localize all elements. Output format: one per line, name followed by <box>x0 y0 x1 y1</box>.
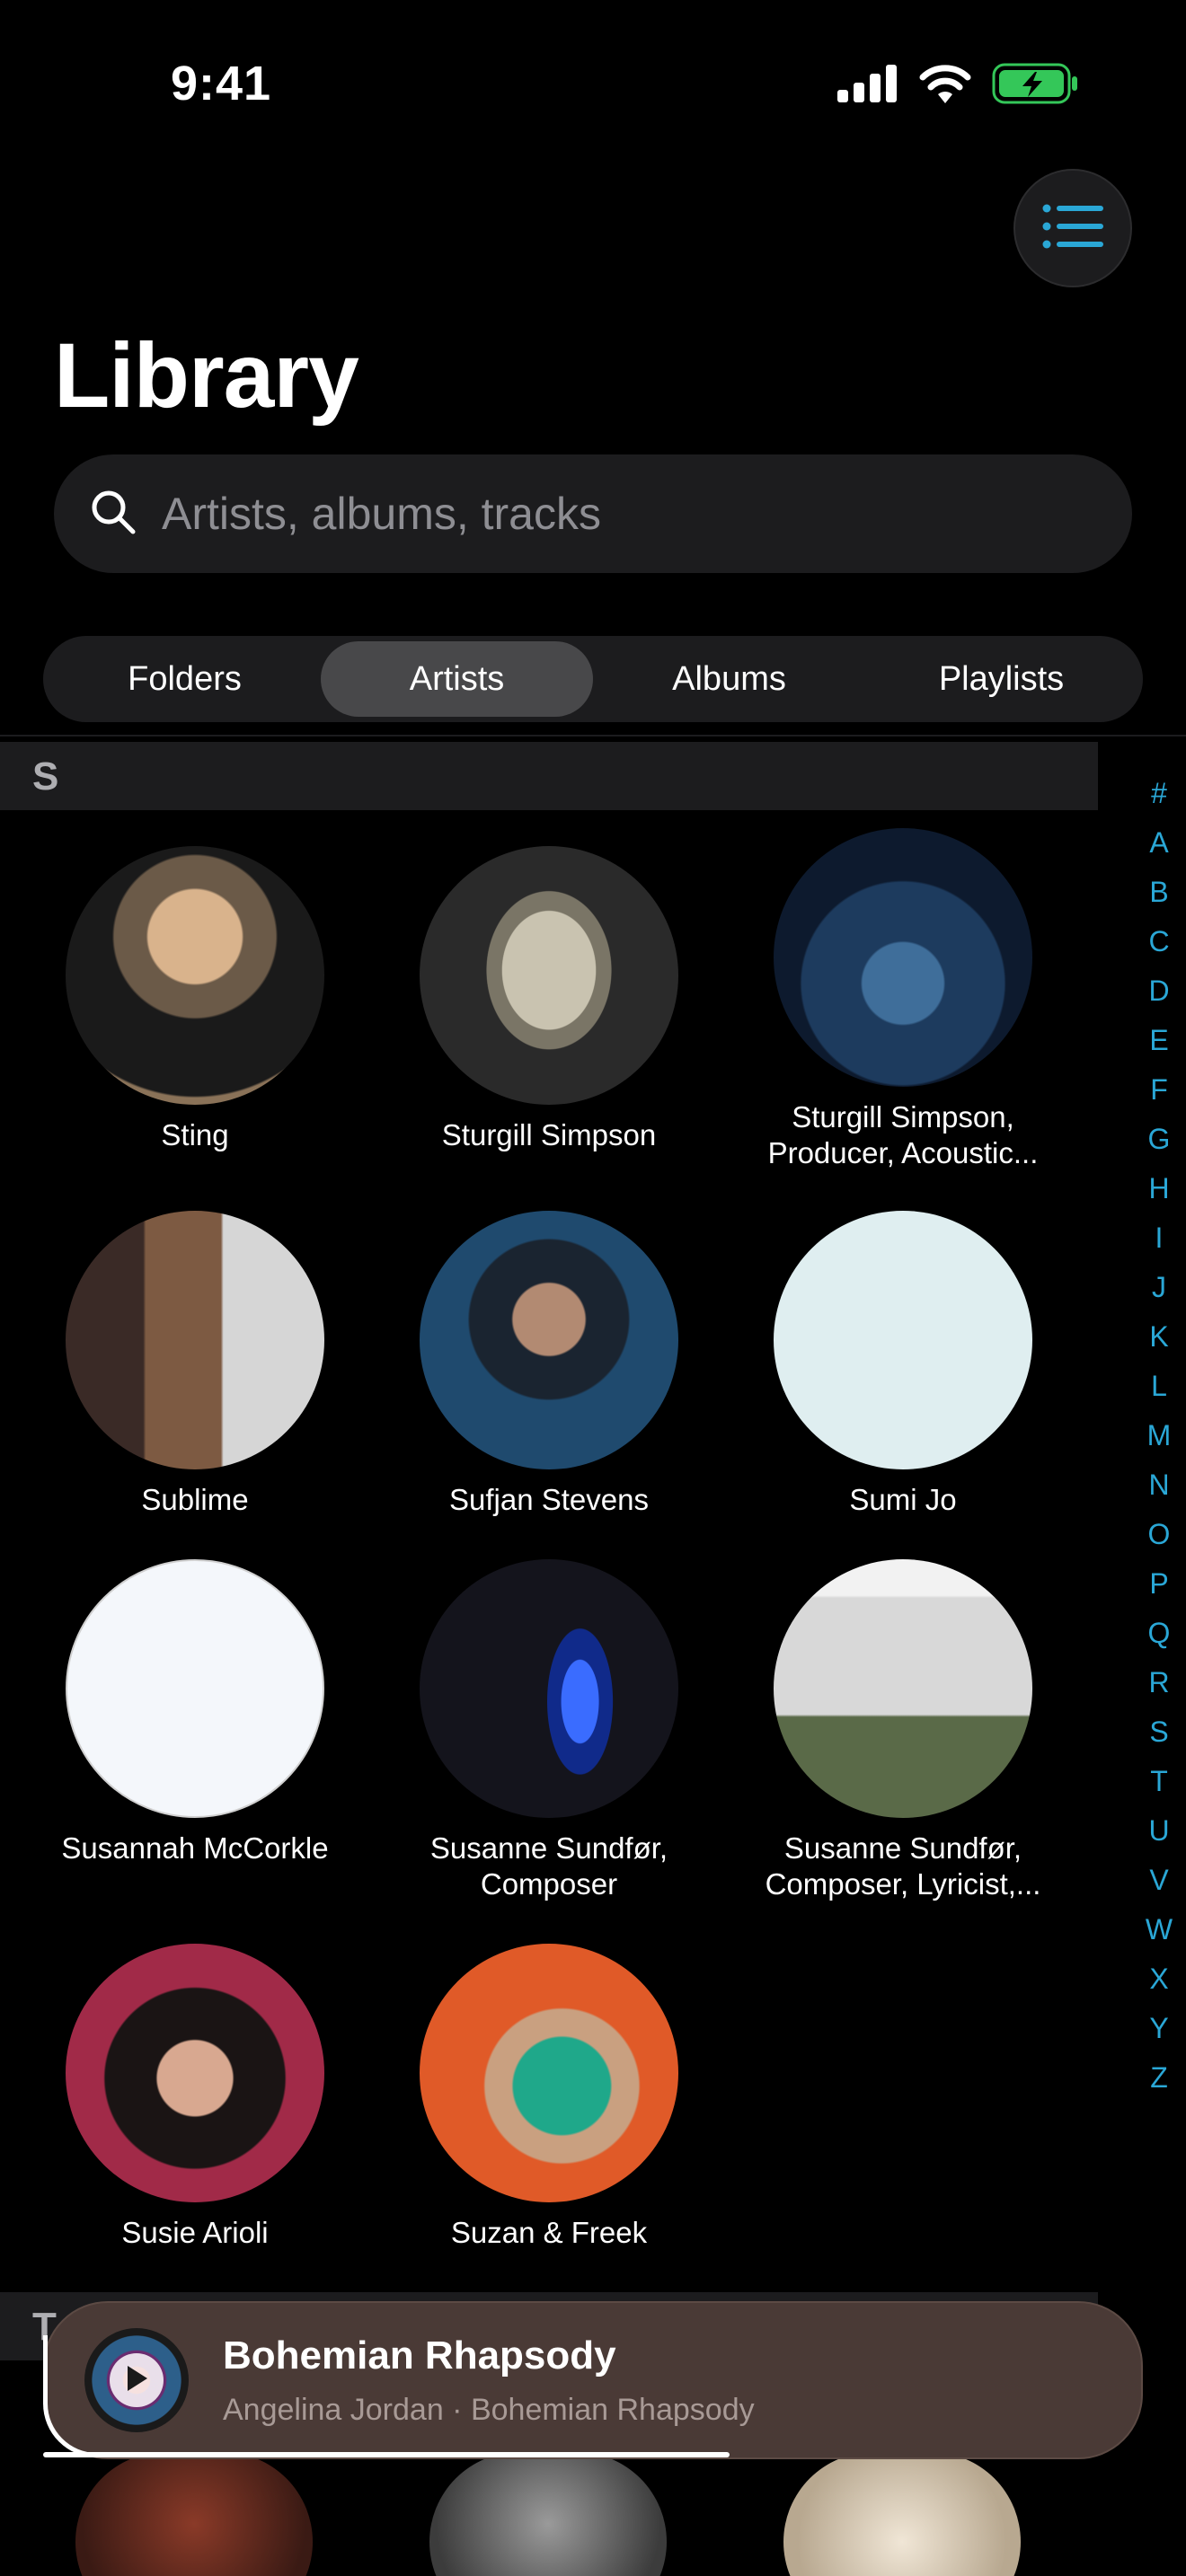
artist-item[interactable]: Sting <box>24 846 366 1153</box>
list-icon <box>1042 203 1103 254</box>
artist-item[interactable]: Susanne Sundfør, Composer <box>378 1559 720 1902</box>
artist-name: Susannah McCorkle <box>61 1831 329 1865</box>
search-bar[interactable] <box>54 454 1132 573</box>
artist-avatar <box>774 828 1032 1087</box>
artist-name: Susie Arioli <box>121 2216 269 2249</box>
artist-item[interactable]: Susanne Sundfør, Composer, Lyricist,... <box>732 1559 1074 1902</box>
now-playing-title: Bohemian Rhapsody <box>223 2333 616 2378</box>
alphabet-index-letter[interactable]: J <box>1141 1263 1177 1312</box>
tab-playlists[interactable]: Playlists <box>865 641 1137 717</box>
alphabet-index-letter[interactable]: B <box>1141 868 1177 917</box>
artist-name: Sumi Jo <box>849 1483 957 1516</box>
now-playing-bar[interactable]: Bohemian Rhapsody Angelina Jordan · Bohe… <box>43 2301 1143 2459</box>
alphabet-index-letter[interactable]: T <box>1141 1757 1177 1806</box>
play-button[interactable] <box>110 2353 164 2407</box>
artist-avatar <box>66 1559 324 1818</box>
battery-icon <box>992 63 1078 109</box>
alphabet-index-letter[interactable]: N <box>1141 1460 1177 1510</box>
artist-name: Susanne Sundfør, Composer, Lyricist,... <box>765 1831 1041 1901</box>
section-header-s: S <box>0 742 1098 810</box>
play-icon <box>124 2364 149 2397</box>
alphabet-index-letter[interactable]: H <box>1141 1164 1177 1213</box>
wifi-icon <box>918 64 972 108</box>
search-input[interactable] <box>162 488 1060 540</box>
list-menu-button[interactable] <box>1013 169 1132 287</box>
status-bar: 9:41 <box>0 0 1186 171</box>
alphabet-index-letter[interactable]: U <box>1141 1806 1177 1856</box>
artist-item[interactable]: Sufjan Stevens <box>378 1211 720 1518</box>
artist-item[interactable]: Susie Arioli <box>24 1944 366 2251</box>
artist-avatar <box>774 1559 1032 1818</box>
alphabet-index-letter[interactable]: Q <box>1141 1609 1177 1658</box>
alphabet-index-letter[interactable]: A <box>1141 818 1177 868</box>
alphabet-index-letter[interactable]: E <box>1141 1016 1177 1065</box>
now-playing-subtitle: Angelina Jordan · Bohemian Rhapsody <box>223 2393 755 2427</box>
alphabet-index-letter[interactable]: P <box>1141 1559 1177 1609</box>
artist-name: Susanne Sundfør, Composer <box>429 1831 668 1901</box>
page-title: Library <box>54 324 359 427</box>
alphabet-index-letter[interactable]: C <box>1141 917 1177 966</box>
artist-name: Sublime <box>141 1483 249 1516</box>
alphabet-index-letter[interactable]: D <box>1141 966 1177 1016</box>
divider <box>0 735 1186 737</box>
playback-progress <box>43 2452 730 2457</box>
artist-name: Suzan & Freek <box>450 2216 648 2249</box>
artist-name: Sting <box>161 1118 229 1151</box>
artist-avatar <box>420 1559 678 1818</box>
artist-avatar <box>774 1211 1032 1469</box>
artist-avatar <box>66 1944 324 2202</box>
alphabet-index-letter[interactable]: # <box>1141 769 1177 818</box>
artist-item[interactable]: Sublime <box>24 1211 366 1518</box>
status-icons <box>837 63 1078 109</box>
artist-item[interactable]: Sturgill Simpson, Producer, Acoustic... <box>732 828 1074 1171</box>
status-time: 9:41 <box>171 57 272 110</box>
artist-avatar <box>420 846 678 1105</box>
alphabet-index-letter[interactable]: M <box>1141 1411 1177 1460</box>
alphabet-index-letter[interactable]: F <box>1141 1065 1177 1115</box>
now-playing-artwork <box>84 2328 189 2432</box>
artist-avatar <box>66 846 324 1105</box>
alphabet-index-letter[interactable]: R <box>1141 1658 1177 1707</box>
tab-folders[interactable]: Folders <box>49 641 321 717</box>
alphabet-index-letter[interactable]: W <box>1141 1905 1177 1954</box>
alphabet-index[interactable]: # A B C D E F G H I J K L M N O P Q R S T U V W X Y Z <box>1141 769 1177 2103</box>
playback-progress-edge <box>43 2335 97 2457</box>
artist-item[interactable]: Susannah McCorkle <box>24 1559 366 1866</box>
artist-avatar <box>66 1211 324 1469</box>
tab-albums[interactable]: Albums <box>593 641 865 717</box>
alphabet-index-letter[interactable]: Y <box>1141 2004 1177 2053</box>
artist-avatar <box>429 2452 667 2576</box>
artist-item[interactable]: Suzan & Freek <box>378 1944 720 2251</box>
artist-item[interactable]: Sturgill Simpson <box>378 846 720 1153</box>
alphabet-index-letter[interactable]: I <box>1141 1213 1177 1263</box>
artist-avatar <box>783 2452 1021 2576</box>
artist-name: Sufjan Stevens <box>449 1483 649 1516</box>
alphabet-index-letter[interactable]: L <box>1141 1362 1177 1411</box>
artist-name: Sturgill Simpson, Producer, Acoustic... <box>767 1100 1039 1169</box>
alphabet-index-letter[interactable]: S <box>1141 1707 1177 1757</box>
tab-artists[interactable]: Artists <box>321 641 593 717</box>
artist-avatar <box>75 2452 313 2576</box>
library-tabs: Folders Artists Albums Playlists <box>43 636 1143 722</box>
alphabet-index-letter[interactable]: Z <box>1141 2053 1177 2103</box>
section-letter: S <box>32 754 59 798</box>
alphabet-index-letter[interactable]: K <box>1141 1312 1177 1362</box>
alphabet-index-letter[interactable]: X <box>1141 1954 1177 2004</box>
search-icon <box>90 489 137 540</box>
artist-item[interactable]: Sumi Jo <box>732 1211 1074 1518</box>
artist-name: Sturgill Simpson <box>441 1118 657 1151</box>
cellular-signal-icon <box>837 65 898 107</box>
artist-avatar <box>420 1944 678 2202</box>
alphabet-index-letter[interactable]: V <box>1141 1856 1177 1905</box>
artist-avatar <box>420 1211 678 1469</box>
alphabet-index-letter[interactable]: G <box>1141 1115 1177 1164</box>
alphabet-index-letter[interactable]: O <box>1141 1510 1177 1559</box>
